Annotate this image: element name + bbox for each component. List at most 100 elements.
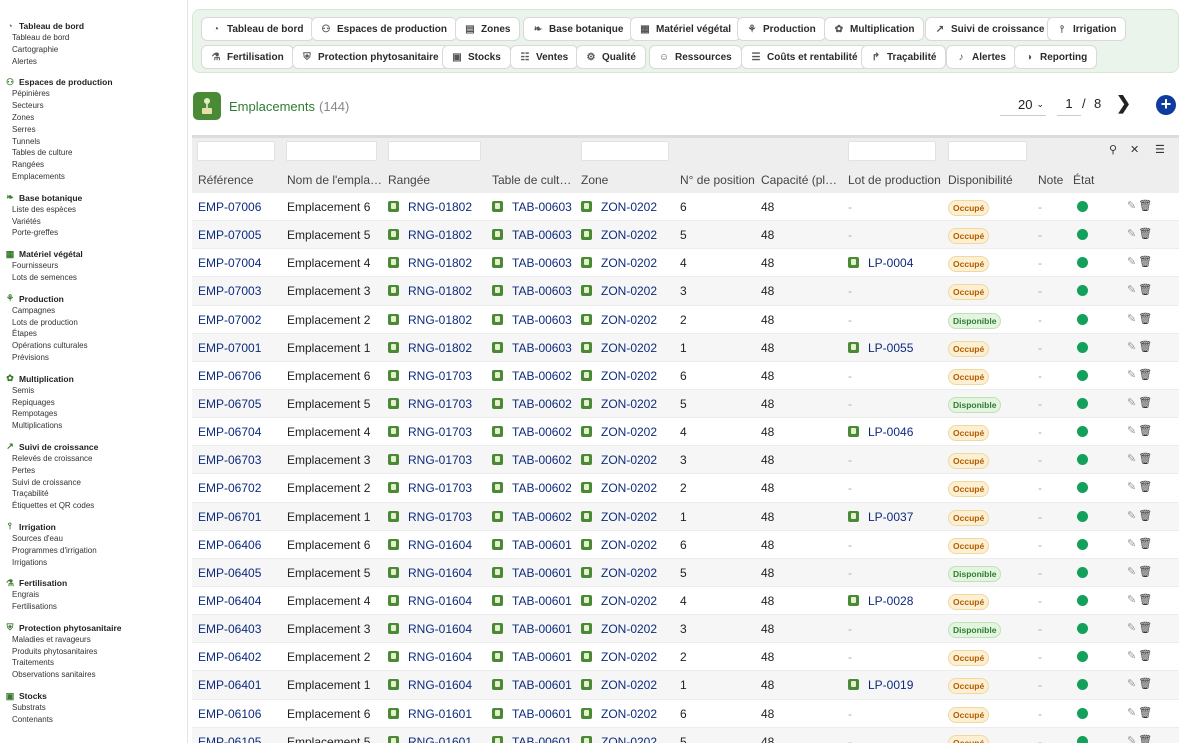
search-icon[interactable]: ⚲ — [1109, 143, 1117, 156]
zone-link[interactable]: ZON-0202 — [581, 453, 657, 467]
sidebar-item[interactable]: Relevés de croissance — [0, 453, 187, 465]
edit-icon[interactable]: ✎ — [1127, 453, 1136, 465]
edit-icon[interactable]: ✎ — [1127, 707, 1136, 719]
sidebar-group-title[interactable]: ✿ Multiplication — [0, 373, 187, 385]
nav-button[interactable]: ✿ Multiplication — [824, 17, 925, 41]
lot-link[interactable]: LP-0019 — [848, 678, 913, 692]
sidebar-item[interactable]: Emplacements — [0, 171, 187, 183]
delete-icon[interactable]: 🗑 — [1138, 510, 1152, 522]
sidebar-item[interactable]: Rangées — [0, 159, 187, 171]
table-row[interactable]: EMP-06105 Emplacement 5 RNG-01601 TAB-00601… — [192, 727, 1179, 743]
delete-icon[interactable]: 🗑 — [1138, 200, 1152, 212]
zone-link[interactable]: ZON-0202 — [581, 200, 657, 214]
sidebar-group-title[interactable]: ▣ Stocks — [0, 690, 187, 702]
table-link[interactable]: TAB-00602 — [492, 453, 572, 467]
rangee-link[interactable]: RNG-01703 — [388, 453, 472, 467]
zone-link[interactable]: ZON-0202 — [581, 594, 657, 608]
table-link[interactable]: TAB-00603 — [492, 284, 572, 298]
table-link[interactable]: TAB-00601 — [492, 650, 572, 664]
table-link[interactable]: TAB-00602 — [492, 397, 572, 411]
rangee-link[interactable]: RNG-01601 — [388, 735, 472, 743]
table-link[interactable]: TAB-00601 — [492, 538, 572, 552]
sidebar-item[interactable]: Contenants — [0, 714, 187, 726]
nav-button[interactable]: ◑ Reporting — [1014, 45, 1098, 69]
table-row[interactable]: EMP-06404 Emplacement 4 RNG-01604 TAB-00601… — [192, 587, 1179, 616]
rangee-link[interactable]: RNG-01604 — [388, 566, 472, 580]
nav-button[interactable]: ⛨ Protection phytosanitaire — [292, 45, 449, 69]
delete-icon[interactable]: 🗑 — [1138, 594, 1152, 606]
sidebar-item[interactable]: Alertes — [0, 56, 187, 68]
zone-link[interactable]: ZON-0202 — [581, 510, 657, 524]
delete-icon[interactable]: 🗑 — [1138, 313, 1152, 325]
reference-link[interactable]: EMP-06403 — [198, 622, 261, 636]
add-button[interactable]: + — [1156, 95, 1176, 115]
edit-icon[interactable]: ✎ — [1127, 594, 1136, 606]
reference-link[interactable]: EMP-06105 — [198, 735, 261, 743]
delete-icon[interactable]: 🗑 — [1138, 650, 1152, 662]
sidebar-item[interactable]: Secteurs — [0, 100, 187, 112]
sidebar-item[interactable]: Liste des espèces — [0, 204, 187, 216]
reference-link[interactable]: EMP-06106 — [198, 707, 261, 721]
nav-button[interactable]: ☺ Ressources — [649, 45, 742, 69]
reference-link[interactable]: EMP-06406 — [198, 538, 261, 552]
sidebar-item[interactable]: Irrigations — [0, 557, 187, 569]
reference-link[interactable]: EMP-06701 — [198, 510, 261, 524]
per-page-select[interactable]: 20 ⌄ — [1000, 94, 1046, 116]
nav-button[interactable]: ⚗ Fertilisation — [201, 45, 294, 69]
delete-icon[interactable]: 🗑 — [1138, 707, 1152, 719]
filter-input-lot[interactable] — [848, 141, 936, 161]
rangee-link[interactable]: RNG-01604 — [388, 538, 472, 552]
edit-icon[interactable]: ✎ — [1127, 397, 1136, 409]
table-row[interactable]: EMP-07005 Emplacement 5 RNG-01802 TAB-00603… — [192, 221, 1179, 250]
table-link[interactable]: TAB-00602 — [492, 425, 572, 439]
filter-input-disponibilite[interactable] — [948, 141, 1027, 161]
sidebar-group-title[interactable]: ⚘ Production — [0, 293, 187, 305]
nav-button[interactable]: ⫯ Irrigation — [1047, 17, 1127, 41]
sidebar-item[interactable]: Pépinières — [0, 88, 187, 100]
filter-input-zone[interactable] — [581, 141, 669, 161]
nav-button[interactable]: ♪ Alertes — [946, 45, 1016, 69]
zone-link[interactable]: ZON-0202 — [581, 538, 657, 552]
reference-link[interactable]: EMP-07006 — [198, 200, 261, 214]
rangee-link[interactable]: RNG-01703 — [388, 481, 472, 495]
reference-link[interactable]: EMP-06702 — [198, 481, 261, 495]
table-row[interactable]: EMP-06702 Emplacement 2 RNG-01703 TAB-00602… — [192, 474, 1179, 503]
sidebar-item[interactable]: Campagnes — [0, 305, 187, 317]
filter-input-rangee[interactable] — [388, 141, 481, 161]
sidebar-item[interactable]: Sources d'eau — [0, 533, 187, 545]
nav-button[interactable]: ☷ Ventes — [510, 45, 579, 69]
zone-link[interactable]: ZON-0202 — [581, 313, 657, 327]
sidebar-item[interactable]: Substrats — [0, 702, 187, 714]
sidebar-item[interactable]: Rempotages — [0, 408, 187, 420]
table-link[interactable]: TAB-00602 — [492, 481, 572, 495]
column-header[interactable]: Table de cult… — [492, 173, 571, 187]
rangee-link[interactable]: RNG-01601 — [388, 707, 472, 721]
sidebar-item[interactable]: Tables de culture — [0, 147, 187, 159]
edit-icon[interactable]: ✎ — [1127, 510, 1136, 522]
reference-link[interactable]: EMP-06401 — [198, 678, 261, 692]
sidebar-group-title[interactable]: ⚗ Fertilisation — [0, 577, 187, 589]
delete-icon[interactable]: 🗑 — [1138, 538, 1152, 550]
lot-link[interactable]: LP-0055 — [848, 341, 913, 355]
delete-icon[interactable]: 🗑 — [1138, 369, 1152, 381]
sidebar-group-title[interactable]: ▦ Matériel végétal — [0, 248, 187, 260]
reference-link[interactable]: EMP-06705 — [198, 397, 261, 411]
delete-icon[interactable]: 🗑 — [1138, 228, 1152, 240]
nav-button[interactable]: ☰ Coûts et rentabilité — [741, 45, 868, 69]
nav-button[interactable]: ⚘ Production — [737, 17, 826, 41]
zone-link[interactable]: ZON-0202 — [581, 256, 657, 270]
rangee-link[interactable]: RNG-01802 — [388, 341, 472, 355]
sidebar-item[interactable]: Tableau de bord — [0, 32, 187, 44]
filter-input-reference[interactable] — [197, 141, 275, 161]
table-row[interactable]: EMP-06106 Emplacement 6 RNG-01601 TAB-00601… — [192, 700, 1179, 728]
zone-link[interactable]: ZON-0202 — [581, 650, 657, 664]
edit-icon[interactable]: ✎ — [1127, 200, 1136, 212]
sidebar-item[interactable]: Repiquages — [0, 397, 187, 409]
column-header[interactable]: Référence — [198, 173, 253, 187]
sidebar-item[interactable]: Produits phytosanitaires — [0, 646, 187, 658]
sidebar-item[interactable]: Multiplications — [0, 420, 187, 432]
edit-icon[interactable]: ✎ — [1127, 566, 1136, 578]
rangee-link[interactable]: RNG-01802 — [388, 200, 472, 214]
sidebar-item[interactable]: Semis — [0, 385, 187, 397]
edit-icon[interactable]: ✎ — [1127, 678, 1136, 690]
